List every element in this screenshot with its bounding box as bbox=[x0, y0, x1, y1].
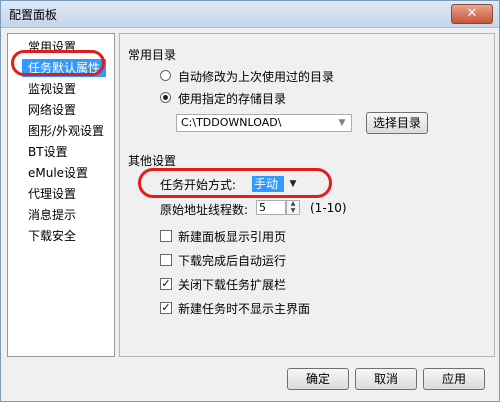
chevron-down-icon[interactable]: ▼ bbox=[335, 117, 349, 129]
threads-label: 原始地址线程数: bbox=[160, 203, 249, 217]
selection-highlight-ring bbox=[11, 50, 105, 76]
settings-category-list: 常用设置 任务默认属性 监视设置 网络设置 图形/外观设置 BT设置 eMule… bbox=[7, 33, 115, 357]
checkbox-show-referrer[interactable] bbox=[160, 230, 172, 242]
sidebar-item-proxy[interactable]: 代理设置 bbox=[28, 185, 76, 203]
checkbox-close-extension-bar-label[interactable]: 关闭下载任务扩展栏 bbox=[178, 276, 286, 293]
close-button[interactable]: ✕ bbox=[451, 4, 493, 24]
common-dir-heading: 常用目录 bbox=[128, 48, 177, 62]
threads-input[interactable]: 5 bbox=[256, 200, 286, 215]
download-path-value: C:\TDDOWNLOAD\ bbox=[181, 116, 282, 129]
checkbox-auto-run[interactable] bbox=[160, 254, 172, 266]
checkbox-hide-main-window[interactable]: ✓ bbox=[160, 302, 172, 314]
other-settings-heading: 其他设置 bbox=[128, 154, 177, 168]
radio-auto-dir-label[interactable]: 自动修改为上次使用过的目录 bbox=[178, 68, 334, 85]
checkbox-close-extension-bar[interactable]: ✓ bbox=[160, 278, 172, 290]
config-dialog: 配置面板 ✕ 常用设置 任务默认属性 监视设置 网络设置 图形/外观设置 BT设… bbox=[0, 0, 500, 402]
ok-button[interactable]: 确定 bbox=[287, 368, 349, 390]
stepper-down-icon[interactable]: ▼ bbox=[287, 208, 299, 214]
sidebar-item-monitor[interactable]: 监视设置 bbox=[28, 80, 76, 98]
sidebar-item-download-security[interactable]: 下载安全 bbox=[28, 227, 76, 245]
download-path-combo[interactable]: C:\TDDOWNLOAD\ ▼ bbox=[176, 114, 352, 132]
radio-auto-dir[interactable] bbox=[160, 70, 171, 81]
threads-stepper[interactable]: ▲ ▼ bbox=[286, 200, 300, 215]
sidebar-item-network[interactable]: 网络设置 bbox=[28, 101, 76, 119]
threads-range: (1-10) bbox=[310, 201, 347, 215]
radio-specified-dir[interactable] bbox=[160, 92, 171, 103]
window-title: 配置面板 bbox=[9, 8, 58, 22]
sidebar-item-appearance[interactable]: 图形/外观设置 bbox=[28, 122, 104, 140]
apply-button[interactable]: 应用 bbox=[423, 368, 485, 390]
radio-specified-dir-label[interactable]: 使用指定的存储目录 bbox=[178, 90, 286, 107]
task-default-settings-panel: 常用目录 自动修改为上次使用过的目录 使用指定的存储目录 C:\TDDOWNLO… bbox=[119, 33, 495, 357]
checkbox-show-referrer-label[interactable]: 新建面板显示引用页 bbox=[178, 228, 286, 245]
sidebar-item-notifications[interactable]: 消息提示 bbox=[28, 206, 76, 224]
title-bar[interactable]: 配置面板 ✕ bbox=[1, 1, 499, 28]
checkbox-hide-main-window-label[interactable]: 新建任务时不显示主界面 bbox=[178, 300, 310, 317]
sidebar-item-emule[interactable]: eMule设置 bbox=[28, 164, 88, 182]
browse-dir-button[interactable]: 选择目录 bbox=[366, 112, 428, 134]
cancel-button[interactable]: 取消 bbox=[355, 368, 417, 390]
start-mode-highlight-ring bbox=[138, 168, 332, 198]
sidebar-item-bt[interactable]: BT设置 bbox=[28, 143, 68, 161]
checkbox-auto-run-label[interactable]: 下载完成后自动运行 bbox=[178, 252, 286, 269]
